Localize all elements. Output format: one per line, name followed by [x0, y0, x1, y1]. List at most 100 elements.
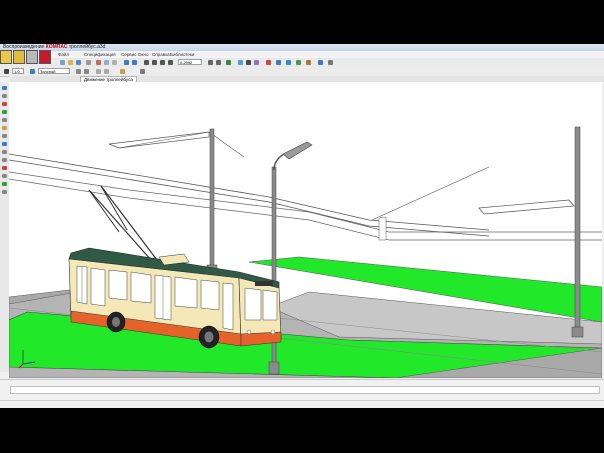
shaded-view-icon[interactable]: [238, 60, 243, 65]
round-icon[interactable]: [120, 69, 125, 74]
trolleybus-windshield-left: [244, 287, 262, 321]
local-cs-icon[interactable]: [84, 69, 89, 74]
trolleybus-window-4: [174, 276, 198, 309]
paste-icon[interactable]: [112, 60, 117, 65]
properties-icon[interactable]: [286, 60, 291, 65]
zoom-all-icon[interactable]: [168, 60, 173, 65]
new-file-icon[interactable]: [60, 60, 65, 65]
pole-2: [574, 126, 581, 336]
print-icon[interactable]: [86, 60, 91, 65]
player-control-buttons: [0, 50, 52, 65]
zoom-in-icon[interactable]: [144, 60, 149, 65]
trolleybus-headlight-left: [246, 329, 252, 335]
letterbox-bottom: [0, 408, 604, 453]
trolleybus-route-sign: [255, 281, 273, 286]
collector-pole-2: [100, 185, 158, 261]
trolleybus-door-3: [222, 282, 234, 331]
street-lamp-base: [268, 361, 280, 375]
wireframe-view-icon[interactable]: [246, 60, 251, 65]
trolleybus-window-5: [200, 279, 220, 311]
designations-tool-icon[interactable]: [2, 102, 7, 106]
status-divider: [0, 400, 604, 401]
dimensions-tool-icon[interactable]: [2, 94, 7, 98]
street-lamp-head: [282, 141, 313, 160]
ortho-icon[interactable]: [104, 69, 109, 74]
collector-pole-1b: [88, 189, 120, 233]
zoom-window-icon[interactable]: [160, 60, 165, 65]
perspective-icon[interactable]: [254, 60, 259, 65]
measure-tool-icon[interactable]: [2, 126, 7, 130]
menu-item-window[interactable]: Окно: [138, 51, 148, 58]
trolleybus-scene: [9, 126, 602, 378]
status-bar: [0, 379, 604, 408]
menu-item-specification[interactable]: Спецификация: [84, 51, 116, 58]
letterbox-top: [0, 0, 604, 44]
section-icon[interactable]: [266, 60, 271, 65]
elements-tool-icon[interactable]: [2, 158, 7, 162]
cursor-icon[interactable]: [4, 69, 9, 74]
undo-icon[interactable]: [124, 60, 129, 65]
step-field[interactable]: 1.0: [12, 68, 24, 74]
pole-2-base: [571, 326, 584, 338]
stop-button[interactable]: [39, 50, 51, 64]
snap-icon[interactable]: [96, 69, 101, 74]
layer-icon[interactable]: [76, 69, 81, 74]
3d-model-viewport[interactable]: [9, 82, 602, 378]
aux-geometry-tool-icon[interactable]: [2, 190, 7, 194]
open-folder-icon[interactable]: [68, 60, 73, 65]
cross-span-wire: [371, 166, 490, 221]
overhead-wire-2: [9, 159, 490, 237]
geometry-tool-icon[interactable]: [2, 86, 7, 90]
settings-icon[interactable]: [328, 60, 333, 65]
trolleybus-hub-front: [204, 331, 214, 343]
menu-item-service[interactable]: Сервис: [121, 51, 136, 58]
save-icon[interactable]: [76, 60, 81, 65]
cut-icon[interactable]: [96, 60, 101, 65]
cross-span-right: [478, 199, 575, 215]
trolleybus-window-2: [108, 269, 128, 301]
tree-icon[interactable]: [306, 60, 311, 65]
cad-application-window: Воспроизведение КОМПАС троллейбус.a3d Фа…: [0, 44, 604, 408]
sheet-tool-icon[interactable]: [2, 174, 7, 178]
pause-button[interactable]: [13, 50, 25, 64]
menu-item-help[interactable]: Справка: [152, 51, 170, 58]
grid-icon[interactable]: [30, 69, 35, 74]
library-icon[interactable]: [296, 60, 301, 65]
surfaces-tool-icon[interactable]: [2, 166, 7, 170]
wire-bracket-left-lower: [118, 131, 210, 149]
trolleybus-window-3: [130, 271, 152, 304]
trolleybus-hub-rear: [112, 317, 120, 327]
trolleybus-window-1: [90, 267, 106, 307]
overhead-wire-1: [9, 153, 490, 231]
reports-tool-icon[interactable]: [2, 150, 7, 154]
line-style-select[interactable]: Толстый: [38, 68, 70, 74]
rotate-icon[interactable]: [216, 60, 221, 65]
step-button[interactable]: [26, 50, 38, 64]
insulator-right: [378, 216, 387, 241]
menu-item-file[interactable]: Файл: [58, 51, 69, 58]
measure-icon[interactable]: [276, 60, 281, 65]
spec-tool-icon[interactable]: [2, 142, 7, 146]
pan-icon[interactable]: [208, 60, 213, 65]
menu-item-libraries[interactable]: Библиотеки: [170, 51, 194, 58]
command-line-field[interactable]: [10, 386, 600, 394]
edit-tool-icon[interactable]: [2, 110, 7, 114]
coordinates-icon[interactable]: [140, 69, 145, 74]
title-file: троллейбус.a3d: [68, 44, 106, 50]
copy-icon[interactable]: [104, 60, 109, 65]
redo-icon[interactable]: [132, 60, 137, 65]
play-button[interactable]: [0, 50, 12, 64]
select-tool-icon[interactable]: [2, 134, 7, 138]
parametrization-tool-icon[interactable]: [2, 118, 7, 122]
curves-tool-icon[interactable]: [2, 182, 7, 186]
menu-bar: Файл Спецификация Сервис Окно Справка Би…: [0, 51, 604, 58]
trolleybus-windshield-right: [262, 289, 278, 321]
wire-bracket-left: [108, 131, 210, 149]
help-icon[interactable]: [318, 60, 323, 65]
trolleybus-headlight-right: [270, 329, 276, 335]
zoom-out-icon[interactable]: [152, 60, 157, 65]
pole-1: [209, 128, 215, 272]
orientation-icon[interactable]: [226, 60, 231, 65]
zoom-field[interactable]: 0.2992: [178, 59, 202, 65]
title-bar: Воспроизведение КОМПАС троллейбус.a3d: [0, 44, 604, 51]
